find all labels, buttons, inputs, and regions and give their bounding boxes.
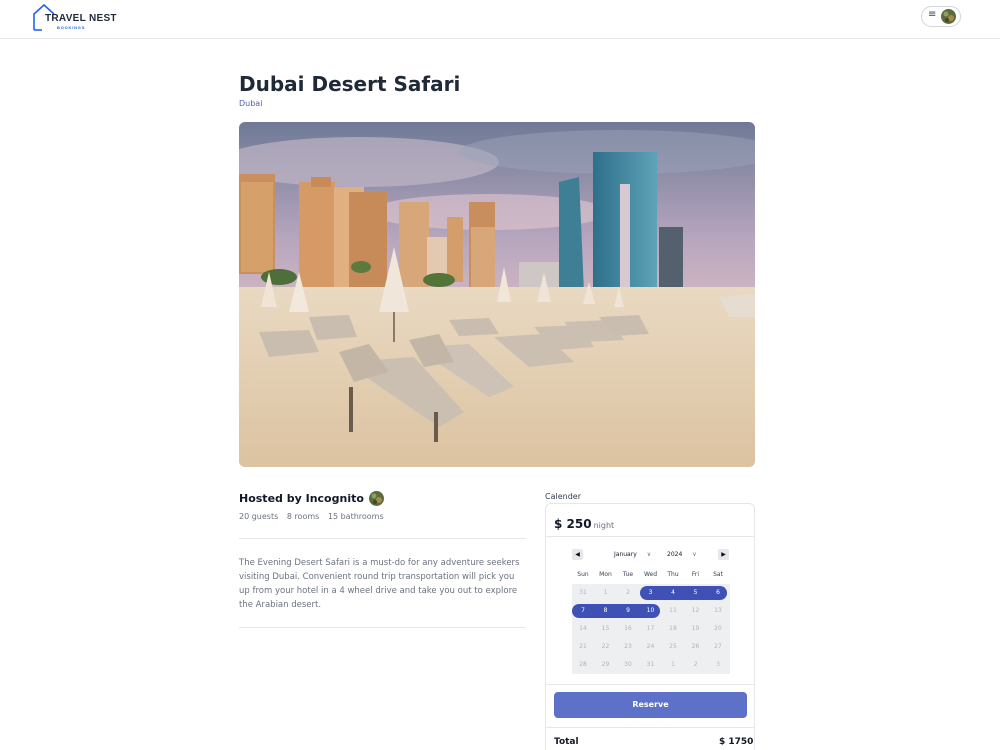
day-of-week-label: Tue: [622, 571, 634, 578]
next-month-button[interactable]: ▶: [718, 549, 729, 560]
hero-image: [239, 122, 755, 467]
page-title: Dubai Desert Safari: [239, 72, 461, 96]
calendar-day-selected[interactable]: 10: [640, 602, 662, 620]
avatar: [941, 9, 956, 24]
calendar-day[interactable]: 31: [572, 584, 594, 602]
calendar-day[interactable]: 22: [595, 638, 617, 656]
calendar-day[interactable]: 19: [685, 620, 707, 638]
calendar-day[interactable]: 1: [662, 656, 684, 674]
month-value: January: [614, 551, 637, 558]
host-heading: Hosted by Incognito: [239, 491, 384, 506]
arrow-right-icon: ▶: [721, 551, 726, 558]
calendar-day-selected[interactable]: 3: [640, 584, 662, 602]
calendar-day[interactable]: 17: [640, 620, 662, 638]
calendar-day[interactable]: 24: [640, 638, 662, 656]
calendar-day[interactable]: 15: [595, 620, 617, 638]
guests-count: 20 guests: [239, 512, 279, 521]
calendar-day[interactable]: 20: [707, 620, 729, 638]
calendar-day[interactable]: 2: [617, 584, 639, 602]
day-of-week-label: Sat: [713, 571, 723, 578]
logo[interactable]: TRAVEL NEST BOOKINGS: [33, 3, 123, 33]
chevron-down-icon: ∨: [646, 551, 652, 558]
total-label: Total: [554, 737, 579, 747]
divider: [546, 536, 754, 537]
calendar-day[interactable]: 3: [707, 656, 729, 674]
listing-stats: 20 guests 8 rooms 15 bathrooms: [239, 512, 390, 521]
calendar-day[interactable]: 31: [640, 656, 662, 674]
price-unit: night: [593, 521, 615, 530]
calendar-day-selected[interactable]: 8: [595, 602, 617, 620]
user-menu-button[interactable]: ≡: [921, 6, 961, 27]
day-of-week-label: Sun: [577, 571, 589, 578]
year-value: 2024: [667, 551, 683, 558]
calendar-day-selected[interactable]: 6: [707, 584, 729, 602]
calendar-day[interactable]: 2: [685, 656, 707, 674]
day-of-week-label: Thu: [667, 571, 679, 578]
day-of-week-label: Fri: [691, 571, 700, 578]
calendar-day[interactable]: 30: [617, 656, 639, 674]
calendar-label: Calender: [545, 492, 581, 501]
calendar-day-selected[interactable]: 5: [685, 584, 707, 602]
calendar-day[interactable]: 18: [662, 620, 684, 638]
logo-text: TRAVEL NEST: [45, 13, 117, 24]
price: $ 250 night: [554, 513, 614, 532]
calendar-day[interactable]: 23: [617, 638, 639, 656]
calendar-day[interactable]: 26: [685, 638, 707, 656]
price-amount: $ 250: [554, 517, 592, 531]
month-select[interactable]: January ∨: [614, 551, 651, 558]
calendar-day[interactable]: 1: [595, 584, 617, 602]
calendar-day[interactable]: 12: [685, 602, 707, 620]
calendar-day-selected[interactable]: 9: [617, 602, 639, 620]
calendar-day-selected[interactable]: 7: [572, 602, 594, 620]
listing-description: The Evening Desert Safari is a must-do f…: [239, 558, 520, 610]
location-link[interactable]: Dubai: [239, 99, 262, 108]
logo-subtext: BOOKINGS: [57, 25, 86, 30]
day-of-week-label: Wed: [643, 571, 658, 578]
hamburger-icon: ≡: [928, 9, 937, 20]
host-avatar: [368, 491, 384, 506]
booking-card: $ 250 night ◀ January ∨ 2024 ∨ ▶ Sun Mon Tue W…: [545, 503, 755, 750]
calendar-day-selected[interactable]: 4: [662, 584, 684, 602]
year-select[interactable]: 2024 ∨: [667, 551, 697, 558]
divider: [546, 684, 754, 685]
arrow-left-icon: ◀: [575, 551, 580, 558]
calendar-day[interactable]: 27: [707, 638, 729, 656]
prev-month-button[interactable]: ◀: [572, 549, 583, 560]
calendar-day[interactable]: 21: [572, 638, 594, 656]
rooms-count: 8 rooms: [286, 512, 320, 521]
calendar-day[interactable]: 16: [617, 620, 639, 638]
calendar-day[interactable]: 14: [572, 620, 594, 638]
bathrooms-count: 15 bathrooms: [327, 512, 384, 521]
divider: [239, 627, 526, 628]
host-label: Hosted by Incognito: [239, 492, 364, 505]
reserve-button[interactable]: Reserve: [554, 692, 747, 718]
calendar-day[interactable]: 25: [662, 638, 684, 656]
total-value: $ 1750: [719, 737, 754, 747]
divider: [546, 727, 754, 728]
calendar-day[interactable]: 28: [572, 656, 594, 674]
calendar-day[interactable]: 11: [662, 602, 684, 620]
chevron-down-icon: ∨: [692, 551, 697, 558]
calendar-day[interactable]: 29: [595, 656, 617, 674]
divider: [239, 538, 526, 539]
day-of-week-label: Mon: [599, 571, 612, 578]
top-nav: TRAVEL NEST BOOKINGS ≡: [0, 0, 1000, 39]
calendar-day[interactable]: 13: [707, 602, 729, 620]
